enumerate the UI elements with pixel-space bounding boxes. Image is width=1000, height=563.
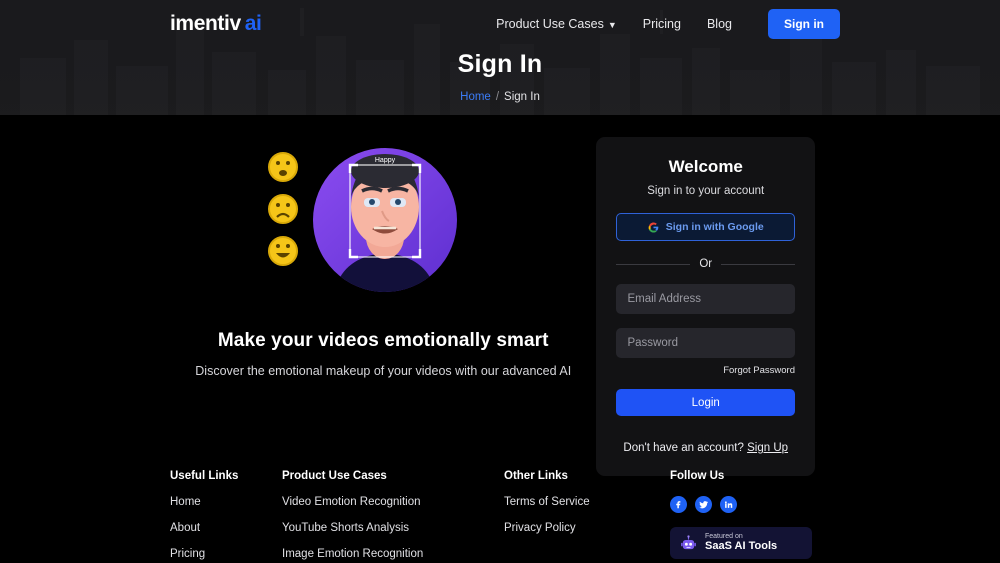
footer-link-home[interactable]: Home [170, 496, 282, 508]
face-emotion-detection-illustration: Happy [268, 148, 458, 292]
signin-card: Welcome Sign in to your account Sign in … [596, 137, 815, 476]
facebook-icon[interactable] [670, 496, 687, 513]
divider-line-right [721, 263, 795, 265]
breadcrumb-separator: / [495, 91, 500, 103]
email-field[interactable] [616, 284, 795, 314]
or-divider: Or [616, 258, 795, 270]
top-navigation: imentiv ai Product Use Cases ▼ Pricing Bl… [0, 0, 1000, 48]
badge-small-text: Featured on [705, 532, 743, 540]
page-root: imentiv ai Product Use Cases ▼ Pricing Bl… [0, 0, 1000, 563]
login-button[interactable]: Login [616, 389, 795, 416]
chevron-down-icon: ▼ [607, 20, 617, 30]
site-logo[interactable]: imentiv ai [170, 12, 262, 36]
card-title: Welcome [668, 157, 743, 176]
footer-column-useful-links: Useful Links Home About Pricing [170, 470, 282, 560]
hero-left-panel: Happy Make your videos emotionally smart… [170, 137, 596, 378]
page-title: Sign In [457, 50, 543, 78]
main-content: Happy Make your videos emotionally smart… [0, 115, 1000, 476]
nav-label: Pricing [642, 17, 681, 31]
card-subtitle: Sign in to your account [647, 185, 765, 197]
footer-column-other-links: Other Links Terms of Service Privacy Pol… [504, 470, 670, 560]
footer-column-follow-us: Follow Us Featured on SaaS AI Tools [670, 470, 812, 560]
nav-label: Product Use Cases [496, 17, 604, 31]
signup-link[interactable]: Sign Up [747, 442, 788, 454]
footer-link-youtube-shorts-analysis[interactable]: YouTube Shorts Analysis [282, 522, 504, 534]
footer-link-about[interactable]: About [170, 522, 282, 534]
linkedin-icon[interactable] [720, 496, 737, 513]
divider-line-left [616, 263, 691, 265]
footer-column-product-use-cases: Product Use Cases Video Emotion Recognit… [282, 470, 504, 560]
emoji-sad-face [268, 194, 299, 224]
nav-item-product-use-cases[interactable]: Product Use Cases ▼ [496, 17, 617, 31]
footer-link-pricing[interactable]: Pricing [170, 548, 282, 560]
breadcrumb: Home / Sign In [0, 91, 1000, 103]
robot-icon [681, 534, 696, 549]
signup-prompt-row: Don't have an account? Sign Up [616, 442, 795, 454]
footer-heading: Follow Us [670, 470, 725, 482]
footer-link-privacy-policy[interactable]: Privacy Policy [504, 522, 670, 534]
google-signin-label: Sign in with Google [665, 221, 764, 233]
signup-prompt-text: Don't have an account? [623, 442, 744, 454]
logo-ai-text: ai [244, 12, 262, 35]
breadcrumb-current: Sign In [504, 91, 540, 103]
divider-label: Or [699, 258, 713, 270]
hero-header: imentiv ai Product Use Cases ▼ Pricing Bl… [0, 0, 1000, 115]
nav-label: Blog [706, 17, 732, 31]
password-field[interactable] [616, 328, 795, 358]
hero-tagline: Make your videos emotionally smart [217, 330, 549, 351]
hero-subtitle: Discover the emotional makeup of your vi… [195, 364, 572, 378]
google-icon [648, 221, 659, 233]
featured-on-badge[interactable]: Featured on SaaS AI Tools [670, 527, 812, 559]
badge-large-text: SaaS AI Tools [705, 540, 778, 553]
social-links [670, 496, 812, 513]
twitter-icon[interactable] [695, 496, 712, 513]
footer-link-terms-of-service[interactable]: Terms of Service [504, 496, 670, 508]
footer-link-video-emotion-recognition[interactable]: Video Emotion Recognition [282, 496, 504, 508]
header-signin-button[interactable]: Sign in [768, 9, 840, 39]
nav-item-blog[interactable]: Blog [707, 17, 732, 31]
nav-links: Product Use Cases ▼ Pricing Blog Sign in [496, 9, 840, 39]
emoji-happy-face [268, 236, 299, 266]
breadcrumb-home-link[interactable]: Home [460, 91, 491, 103]
emoji-neutral-face [268, 152, 299, 182]
logo-text: imentiv [170, 12, 241, 35]
google-signin-button[interactable]: Sign in with Google [616, 213, 795, 241]
forgot-password-link[interactable]: Forgot Password [616, 365, 795, 376]
face-label: Happy [375, 157, 396, 164]
footer-heading: Product Use Cases [282, 470, 387, 482]
footer-heading: Other Links [504, 470, 568, 482]
nav-item-pricing[interactable]: Pricing [643, 17, 681, 31]
footer-link-image-emotion-recognition[interactable]: Image Emotion Recognition [282, 548, 504, 560]
site-footer: Useful Links Home About Pricing Product … [0, 470, 1000, 560]
footer-heading: Useful Links [170, 470, 239, 482]
